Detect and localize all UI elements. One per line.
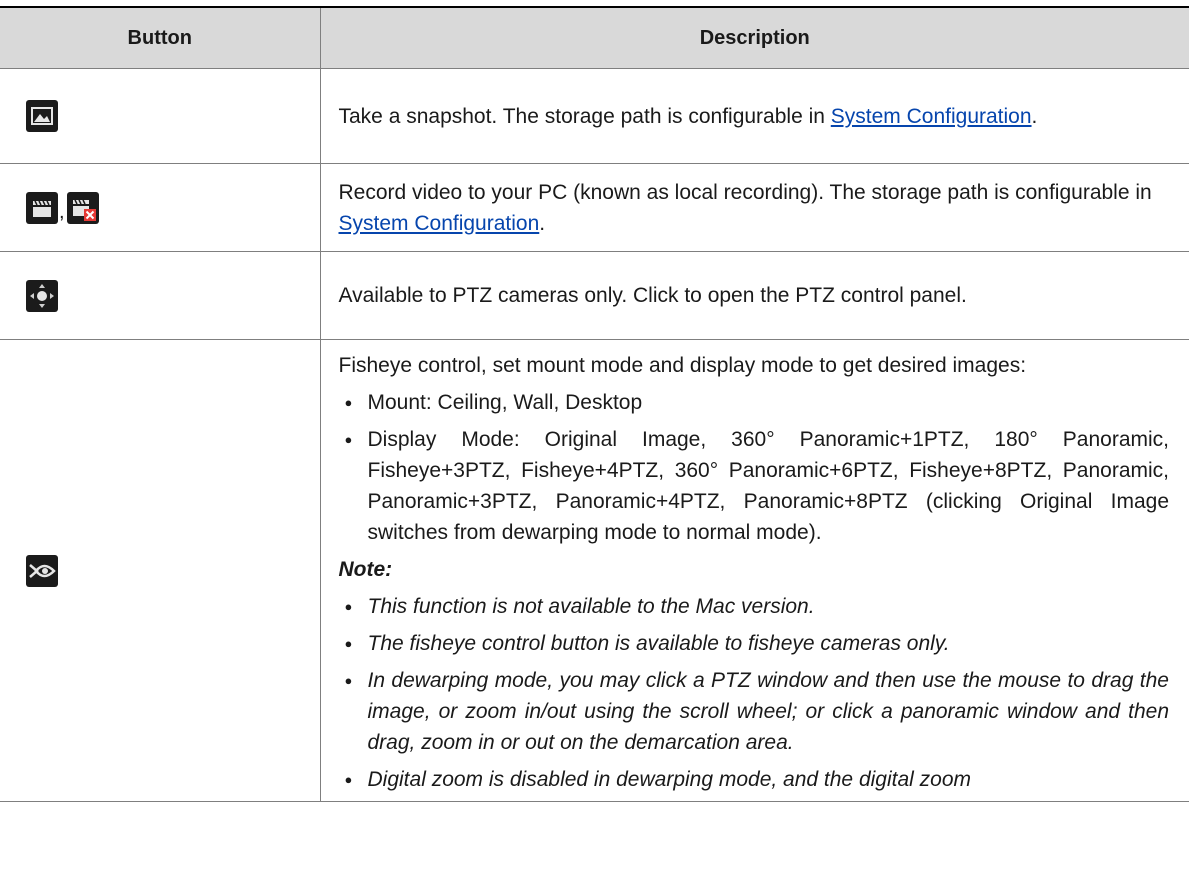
snapshot-icon[interactable] — [26, 100, 58, 132]
fisheye-options-list: Mount: Ceiling, Wall, Desktop Display Mo… — [339, 387, 1170, 548]
button-cell: , — [0, 163, 321, 252]
list-item: In dewarping mode, you may click a PTZ w… — [339, 665, 1169, 758]
list-item: This function is not available to the Ma… — [339, 591, 1170, 622]
description-cell: Fisheye control, set mount mode and disp… — [319, 339, 1189, 802]
description-cell: Record video to your PC (known as local … — [319, 163, 1189, 252]
button-cell — [0, 68, 321, 164]
icon-separator: , — [59, 200, 65, 223]
notes-list: This function is not available to the Ma… — [339, 591, 1170, 795]
list-item: Display Mode: Original Image, 360° Panor… — [339, 424, 1169, 548]
description-cell: Take a snapshot. The storage path is con… — [319, 68, 1189, 164]
list-item: The fisheye control button is available … — [339, 628, 1170, 659]
header-button: Button — [0, 6, 321, 69]
system-configuration-link[interactable]: System Configuration — [339, 212, 540, 235]
table-row: Available to PTZ cameras only. Click to … — [0, 251, 1189, 340]
button-cell — [0, 251, 321, 340]
ptz-icon[interactable] — [26, 279, 58, 312]
description-cell: Available to PTZ cameras only. Click to … — [319, 251, 1189, 340]
note-label: Note: — [338, 558, 393, 581]
fisheye-icon[interactable] — [26, 554, 58, 587]
description-text: Take a snapshot. The storage path is con… — [338, 104, 831, 128]
table-row: Fisheye control, set mount mode and disp… — [0, 339, 1189, 802]
fisheye-intro: Fisheye control, set mount mode and disp… — [338, 354, 1027, 377]
list-item: Digital zoom is disabled in dewarping mo… — [339, 764, 1170, 795]
header-description: Description — [319, 6, 1189, 69]
button-cell — [0, 339, 321, 802]
table-row: , Record video to your PC (known as loca… — [0, 163, 1189, 252]
description-text: . — [539, 211, 546, 235]
description-text: Record video to your PC (known as local … — [338, 180, 1152, 204]
stop-record-icon[interactable] — [66, 191, 99, 224]
description-text: . — [1031, 104, 1038, 128]
list-item: Mount: Ceiling, Wall, Desktop — [339, 387, 1170, 418]
button-description-table: Button Description Take a snapshot. The … — [0, 6, 1189, 802]
record-icon[interactable] — [26, 191, 58, 224]
table-row: Take a snapshot. The storage path is con… — [0, 68, 1189, 164]
table-header-row: Button Description — [0, 6, 1189, 69]
system-configuration-link[interactable]: System Configuration — [831, 105, 1032, 128]
